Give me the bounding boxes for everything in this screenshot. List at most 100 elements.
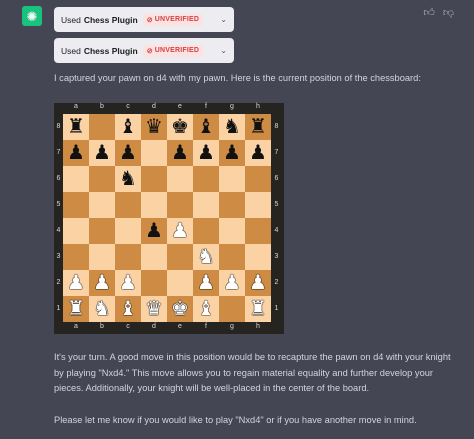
square-g8[interactable]: ♞ bbox=[219, 114, 245, 140]
square-b8[interactable] bbox=[89, 114, 115, 140]
square-b4[interactable] bbox=[89, 218, 115, 244]
chevron-down-icon[interactable]: ⌄ bbox=[220, 46, 227, 55]
chevron-down-icon[interactable]: ⌄ bbox=[220, 15, 227, 24]
square-d5[interactable] bbox=[141, 192, 167, 218]
white-pawn-icon[interactable]: ♟ bbox=[171, 221, 189, 241]
black-knight-icon[interactable]: ♞ bbox=[223, 117, 241, 137]
square-e2[interactable] bbox=[167, 270, 193, 296]
square-c1[interactable]: ♝ bbox=[115, 296, 141, 322]
black-rook-icon[interactable]: ♜ bbox=[249, 117, 267, 137]
square-a8[interactable]: ♜ bbox=[63, 114, 89, 140]
white-pawn-icon[interactable]: ♟ bbox=[93, 273, 111, 293]
square-e7[interactable]: ♟ bbox=[167, 140, 193, 166]
square-e3[interactable] bbox=[167, 244, 193, 270]
square-g5[interactable] bbox=[219, 192, 245, 218]
square-d6[interactable] bbox=[141, 166, 167, 192]
white-knight-icon[interactable]: ♞ bbox=[197, 247, 215, 267]
square-f1[interactable]: ♝ bbox=[193, 296, 219, 322]
square-g1[interactable] bbox=[219, 296, 245, 322]
square-h6[interactable] bbox=[245, 166, 271, 192]
black-knight-icon[interactable]: ♞ bbox=[119, 169, 137, 189]
square-h1[interactable]: ♜ bbox=[245, 296, 271, 322]
square-c5[interactable] bbox=[115, 192, 141, 218]
square-g3[interactable] bbox=[219, 244, 245, 270]
square-b7[interactable]: ♟ bbox=[89, 140, 115, 166]
square-a7[interactable]: ♟ bbox=[63, 140, 89, 166]
square-a6[interactable] bbox=[63, 166, 89, 192]
black-pawn-icon[interactable]: ♟ bbox=[93, 143, 111, 163]
square-f2[interactable]: ♟ bbox=[193, 270, 219, 296]
square-c4[interactable] bbox=[115, 218, 141, 244]
square-c8[interactable]: ♝ bbox=[115, 114, 141, 140]
square-d7[interactable] bbox=[141, 140, 167, 166]
square-d3[interactable] bbox=[141, 244, 167, 270]
square-e8[interactable]: ♚ bbox=[167, 114, 193, 140]
square-a5[interactable] bbox=[63, 192, 89, 218]
square-b1[interactable]: ♞ bbox=[89, 296, 115, 322]
white-pawn-icon[interactable]: ♟ bbox=[223, 273, 241, 293]
black-pawn-icon[interactable]: ♟ bbox=[197, 143, 215, 163]
square-f3[interactable]: ♞ bbox=[193, 244, 219, 270]
white-pawn-icon[interactable]: ♟ bbox=[119, 273, 137, 293]
square-h7[interactable]: ♟ bbox=[245, 140, 271, 166]
square-g6[interactable] bbox=[219, 166, 245, 192]
square-g2[interactable]: ♟ bbox=[219, 270, 245, 296]
square-f4[interactable] bbox=[193, 218, 219, 244]
square-e5[interactable] bbox=[167, 192, 193, 218]
square-f8[interactable]: ♝ bbox=[193, 114, 219, 140]
thumbs-down-icon[interactable]: 👎︎ bbox=[443, 6, 454, 19]
square-c2[interactable]: ♟ bbox=[115, 270, 141, 296]
square-h5[interactable] bbox=[245, 192, 271, 218]
white-pawn-icon[interactable]: ♟ bbox=[249, 273, 267, 293]
black-queen-icon[interactable]: ♛ bbox=[145, 117, 163, 137]
square-g4[interactable] bbox=[219, 218, 245, 244]
square-c7[interactable]: ♟ bbox=[115, 140, 141, 166]
white-knight-icon[interactable]: ♞ bbox=[93, 299, 111, 319]
black-bishop-icon[interactable]: ♝ bbox=[119, 117, 137, 137]
white-bishop-icon[interactable]: ♝ bbox=[119, 299, 137, 319]
white-pawn-icon[interactable]: ♟ bbox=[67, 273, 85, 293]
black-pawn-icon[interactable]: ♟ bbox=[67, 143, 85, 163]
square-a4[interactable] bbox=[63, 218, 89, 244]
plugin-call-toggle-2[interactable]: Used Chess Plugin ⊘ UNVERIFIED ⌄ bbox=[54, 38, 234, 63]
square-b6[interactable] bbox=[89, 166, 115, 192]
square-e4[interactable]: ♟ bbox=[167, 218, 193, 244]
white-rook-icon[interactable]: ♜ bbox=[67, 299, 85, 319]
square-h3[interactable] bbox=[245, 244, 271, 270]
square-d4[interactable]: ♟ bbox=[141, 218, 167, 244]
square-h2[interactable]: ♟ bbox=[245, 270, 271, 296]
black-pawn-icon[interactable]: ♟ bbox=[119, 143, 137, 163]
square-b3[interactable] bbox=[89, 244, 115, 270]
square-c6[interactable]: ♞ bbox=[115, 166, 141, 192]
white-pawn-icon[interactable]: ♟ bbox=[197, 273, 215, 293]
square-d2[interactable] bbox=[141, 270, 167, 296]
plugin-call-toggle-1[interactable]: Used Chess Plugin ⊘ UNVERIFIED ⌄ bbox=[54, 7, 234, 32]
square-b2[interactable]: ♟ bbox=[89, 270, 115, 296]
square-d1[interactable]: ♛ bbox=[141, 296, 167, 322]
square-e6[interactable] bbox=[167, 166, 193, 192]
square-b5[interactable] bbox=[89, 192, 115, 218]
black-pawn-icon[interactable]: ♟ bbox=[145, 221, 163, 241]
white-king-icon[interactable]: ♚ bbox=[171, 299, 189, 319]
square-f7[interactable]: ♟ bbox=[193, 140, 219, 166]
thumbs-up-icon[interactable]: 👍︎ bbox=[423, 6, 435, 19]
black-king-icon[interactable]: ♚ bbox=[171, 117, 189, 137]
white-rook-icon[interactable]: ♜ bbox=[249, 299, 267, 319]
black-pawn-icon[interactable]: ♟ bbox=[249, 143, 267, 163]
square-a1[interactable]: ♜ bbox=[63, 296, 89, 322]
white-queen-icon[interactable]: ♛ bbox=[145, 299, 163, 319]
black-rook-icon[interactable]: ♜ bbox=[67, 117, 85, 137]
black-bishop-icon[interactable]: ♝ bbox=[197, 117, 215, 137]
square-c3[interactable] bbox=[115, 244, 141, 270]
square-a3[interactable] bbox=[63, 244, 89, 270]
white-bishop-icon[interactable]: ♝ bbox=[197, 299, 215, 319]
square-e1[interactable]: ♚ bbox=[167, 296, 193, 322]
square-f5[interactable] bbox=[193, 192, 219, 218]
square-g7[interactable]: ♟ bbox=[219, 140, 245, 166]
square-h8[interactable]: ♜ bbox=[245, 114, 271, 140]
square-d8[interactable]: ♛ bbox=[141, 114, 167, 140]
square-f6[interactable] bbox=[193, 166, 219, 192]
square-a2[interactable]: ♟ bbox=[63, 270, 89, 296]
black-pawn-icon[interactable]: ♟ bbox=[171, 143, 189, 163]
square-h4[interactable] bbox=[245, 218, 271, 244]
